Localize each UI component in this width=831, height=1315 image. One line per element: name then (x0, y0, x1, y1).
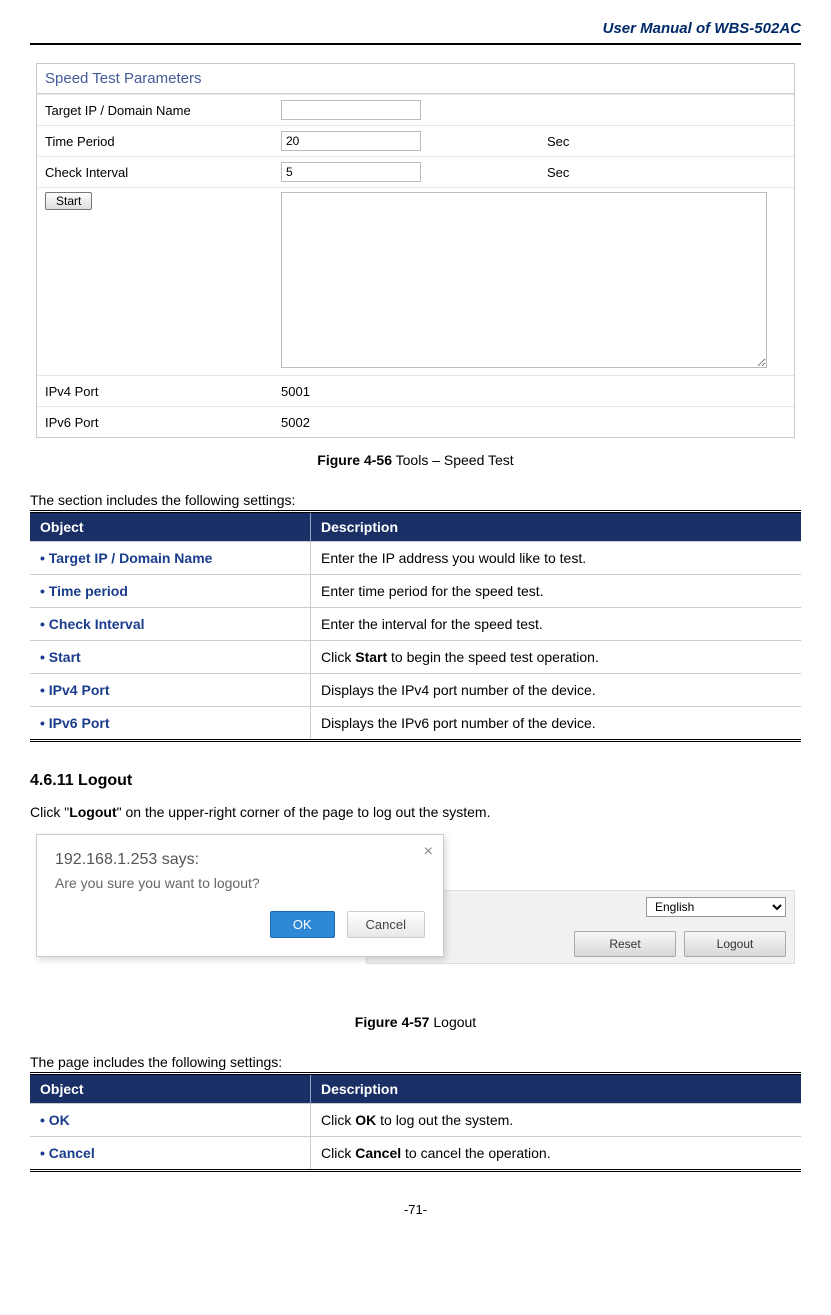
logout-screenshot: English Reset Logout × 192.168.1.253 say… (36, 834, 795, 1004)
reset-button[interactable]: Reset (574, 931, 676, 957)
table-row: Start Click Start to begin the speed tes… (30, 641, 801, 674)
ipv4-port-label: IPv4 Port (37, 376, 273, 407)
confirm-dialog: × 192.168.1.253 says: Are you sure you w… (36, 834, 444, 957)
table-row: Time period Enter time period for the sp… (30, 575, 801, 608)
time-period-input[interactable] (281, 131, 421, 151)
section-intro-2: The page includes the following settings… (30, 1054, 801, 1070)
doc-title: User Manual of WBS-502AC (30, 20, 801, 45)
table-row: Target IP / Domain Name Enter the IP add… (30, 542, 801, 575)
target-ip-label: Target IP / Domain Name (37, 95, 273, 126)
ok-button[interactable]: OK (270, 911, 335, 938)
th-description: Description (311, 1074, 802, 1104)
output-textarea[interactable] (281, 192, 767, 368)
settings-table-2: Object Description OK Click OK to log ou… (30, 1072, 801, 1172)
check-interval-unit: Sec (539, 157, 794, 188)
ipv4-port-value: 5001 (273, 376, 794, 407)
table-row: OK Click OK to log out the system. (30, 1104, 801, 1137)
check-interval-input[interactable] (281, 162, 421, 182)
time-period-unit: Sec (539, 126, 794, 157)
settings-table-1: Object Description Target IP / Domain Na… (30, 510, 801, 742)
figure-4-57-caption: Figure 4-57 Logout (30, 1014, 801, 1030)
section-intro-1: The section includes the following setti… (30, 492, 801, 508)
cancel-button[interactable]: Cancel (347, 911, 425, 938)
table-row: Cancel Click Cancel to cancel the operat… (30, 1137, 801, 1171)
dialog-message: Are you sure you want to logout? (55, 875, 425, 891)
table-row: IPv6 Port Displays the IPv6 port number … (30, 707, 801, 741)
th-description: Description (311, 512, 802, 542)
target-ip-input[interactable] (281, 100, 421, 120)
ipv6-port-label: IPv6 Port (37, 407, 273, 438)
time-period-label: Time Period (37, 126, 273, 157)
logout-button[interactable]: Logout (684, 931, 786, 957)
logout-instruction: Click "Logout" on the upper-right corner… (30, 804, 801, 820)
page-number: -71- (30, 1202, 801, 1217)
ipv6-port-value: 5002 (273, 407, 794, 438)
dialog-title: 192.168.1.253 says: (55, 851, 425, 869)
language-select[interactable]: English (646, 897, 786, 917)
speed-test-panel-title: Speed Test Parameters (37, 64, 794, 94)
check-interval-label: Check Interval (37, 157, 273, 188)
start-button[interactable]: Start (45, 192, 92, 210)
table-row: IPv4 Port Displays the IPv4 port number … (30, 674, 801, 707)
speed-test-screenshot: Speed Test Parameters Target IP / Domain… (36, 63, 795, 438)
th-object: Object (30, 512, 311, 542)
close-icon[interactable]: × (424, 843, 433, 861)
th-object: Object (30, 1074, 311, 1104)
table-row: Check Interval Enter the interval for th… (30, 608, 801, 641)
section-4-6-11-heading: 4.6.11 Logout (30, 772, 801, 790)
figure-4-56-caption: Figure 4-56 Tools – Speed Test (30, 452, 801, 468)
